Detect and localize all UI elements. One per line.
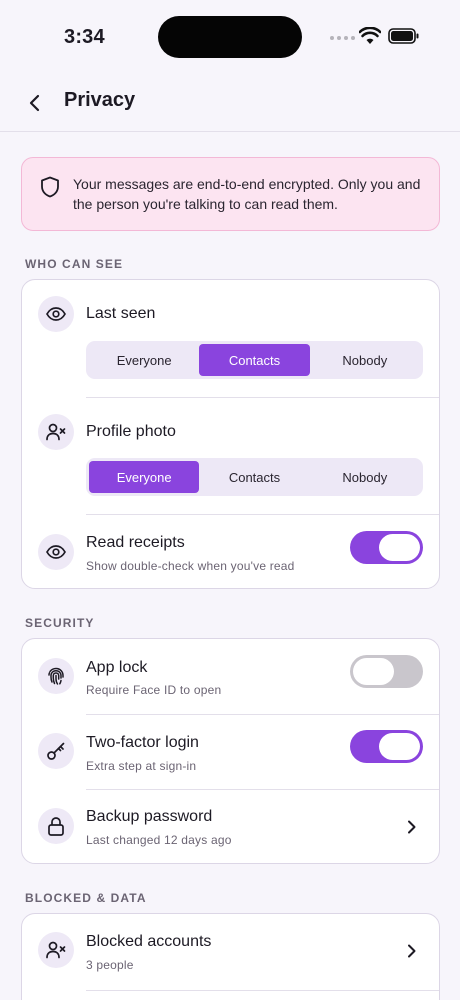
page-title: Privacy	[64, 89, 136, 111]
backup-password-label: Backup password	[86, 808, 213, 825]
two-factor-toggle[interactable]	[350, 730, 423, 763]
profile-photo-option-nobody[interactable]: Nobody	[310, 461, 420, 493]
profile-photo-option-contacts[interactable]: Contacts	[199, 461, 309, 493]
profile-photo-segmented-control: Everyone Contacts Nobody	[86, 458, 423, 496]
section-title-who-can-see: WHO CAN SEE	[25, 257, 124, 271]
read-receipts-row[interactable]: Read receipts Show double-check when you…	[22, 515, 439, 588]
last-seen-option-nobody[interactable]: Nobody	[310, 344, 420, 376]
cellular-signal-icon	[330, 36, 355, 40]
chevron-right-icon	[408, 820, 416, 834]
back-button[interactable]	[20, 88, 50, 118]
last-seen-option-everyone[interactable]: Everyone	[89, 344, 199, 376]
status-time: 3:34	[64, 26, 105, 48]
key-icon	[38, 733, 74, 769]
divider	[86, 990, 439, 991]
profile-photo-row: Profile photo Everyone Contacts Nobody	[22, 398, 439, 514]
shield-icon	[41, 176, 59, 198]
app-lock-subtitle: Require Face ID to open	[86, 683, 222, 697]
blocked-accounts-subtitle: 3 people	[86, 958, 134, 972]
read-receipts-toggle[interactable]	[350, 531, 423, 564]
lock-icon	[38, 808, 74, 844]
encryption-banner: Your messages are end-to-end encrypted. …	[21, 157, 440, 231]
security-card: App lock Require Face ID to open Two-fac…	[21, 638, 440, 864]
app-lock-label: App lock	[86, 659, 148, 676]
fingerprint-icon	[38, 658, 74, 694]
banner-text: Your messages are end-to-end encrypted. …	[73, 176, 421, 212]
two-factor-label: Two-factor login	[86, 734, 199, 751]
app-lock-toggle[interactable]	[350, 655, 423, 688]
app-lock-row[interactable]: App lock Require Face ID to open	[22, 639, 439, 714]
last-seen-option-contacts[interactable]: Contacts	[199, 344, 310, 376]
profile-photo-option-everyone[interactable]: Everyone	[89, 461, 200, 493]
who-can-see-card: Last seen Everyone Contacts Nobody Profi…	[21, 279, 440, 589]
user-x-icon	[38, 932, 74, 968]
chevron-right-icon	[408, 944, 416, 958]
last-seen-segmented-control: Everyone Contacts Nobody	[86, 341, 423, 379]
blocked-accounts-row[interactable]: Blocked accounts 3 people	[22, 914, 439, 990]
backup-password-row[interactable]: Backup password Last changed 12 days ago	[22, 790, 439, 863]
two-factor-subtitle: Extra step at sign-in	[86, 759, 197, 773]
dynamic-island	[158, 16, 302, 58]
eye-icon	[38, 534, 74, 570]
read-receipts-label: Read receipts	[86, 534, 185, 551]
read-receipts-subtitle: Show double-check when you've read	[86, 559, 295, 573]
last-seen-label: Last seen	[86, 305, 156, 322]
profile-photo-label: Profile photo	[86, 423, 176, 440]
section-title-security: SECURITY	[25, 616, 95, 630]
user-x-icon	[38, 414, 74, 450]
wifi-icon	[359, 27, 381, 44]
eye-icon	[38, 296, 74, 332]
status-bar: 3:34	[0, 0, 460, 76]
backup-password-subtitle: Last changed 12 days ago	[86, 833, 232, 847]
battery-icon	[388, 28, 419, 44]
blocked-data-card: Blocked accounts 3 people	[21, 913, 440, 1000]
chevron-left-icon	[29, 94, 40, 112]
blocked-accounts-label: Blocked accounts	[86, 933, 212, 950]
last-seen-row: Last seen Everyone Contacts Nobody	[22, 280, 439, 397]
section-title-blocked-data: BLOCKED & DATA	[25, 891, 147, 905]
nav-header: Privacy	[0, 76, 460, 132]
two-factor-row[interactable]: Two-factor login Extra step at sign-in	[22, 715, 439, 789]
